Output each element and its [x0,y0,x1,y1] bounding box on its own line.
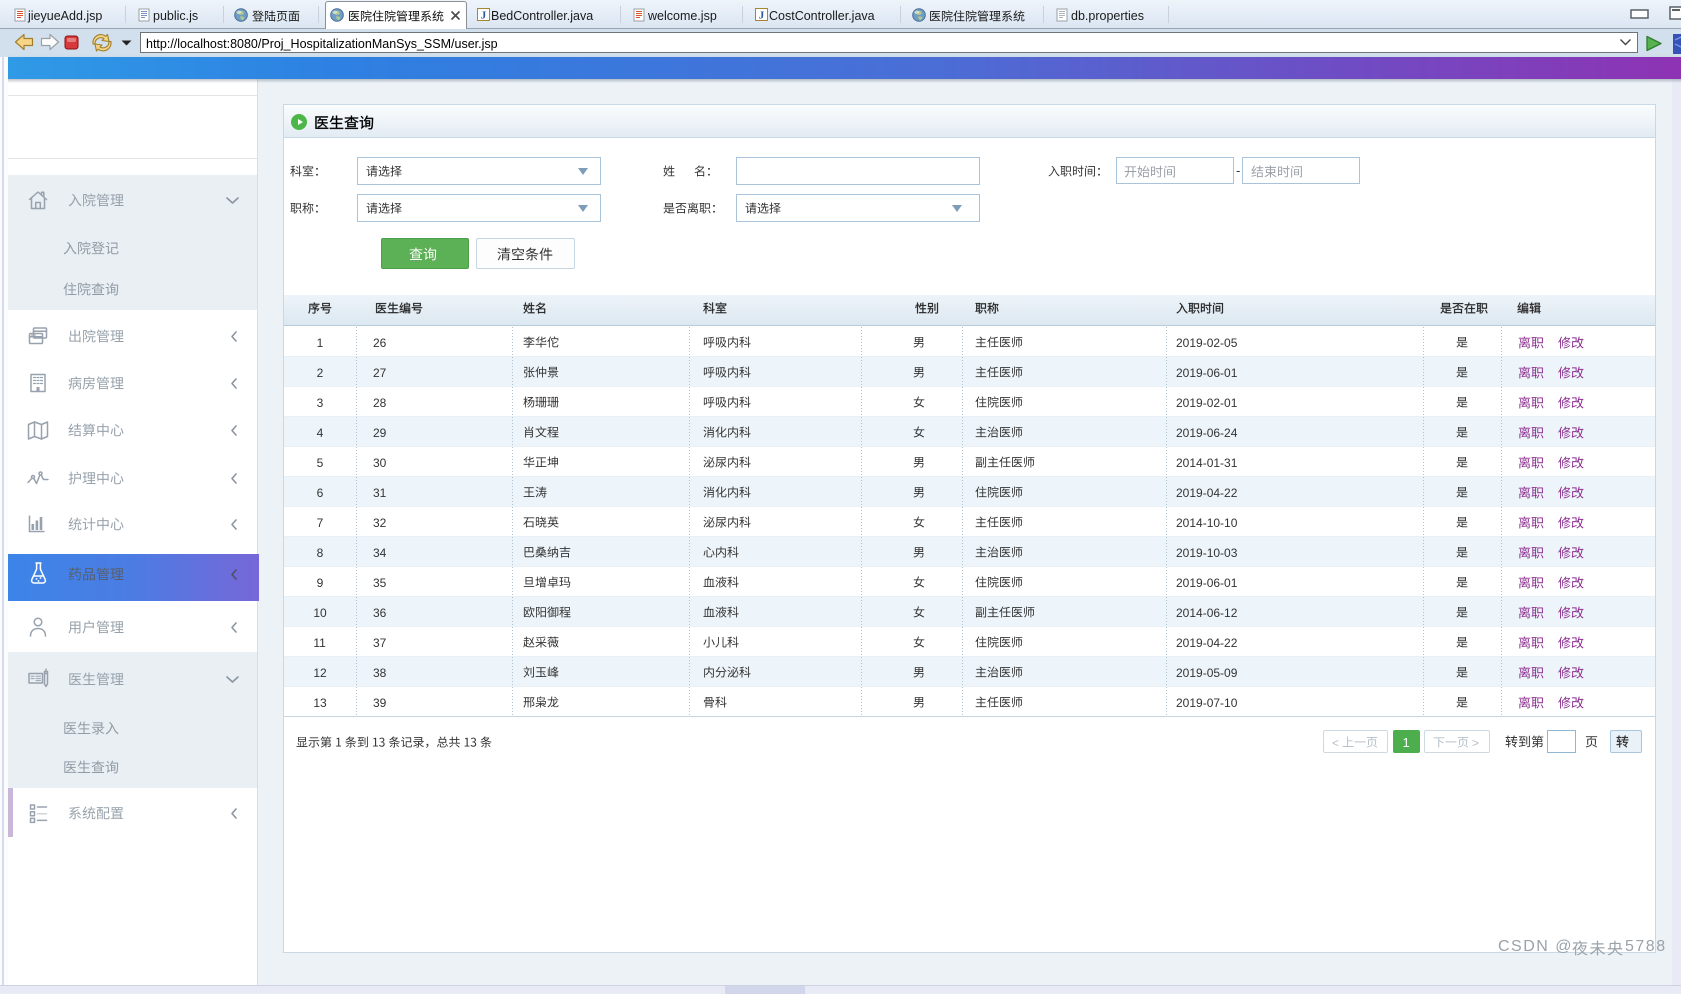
svg-text:J: J [481,10,487,22]
svg-text:J: J [759,10,765,22]
